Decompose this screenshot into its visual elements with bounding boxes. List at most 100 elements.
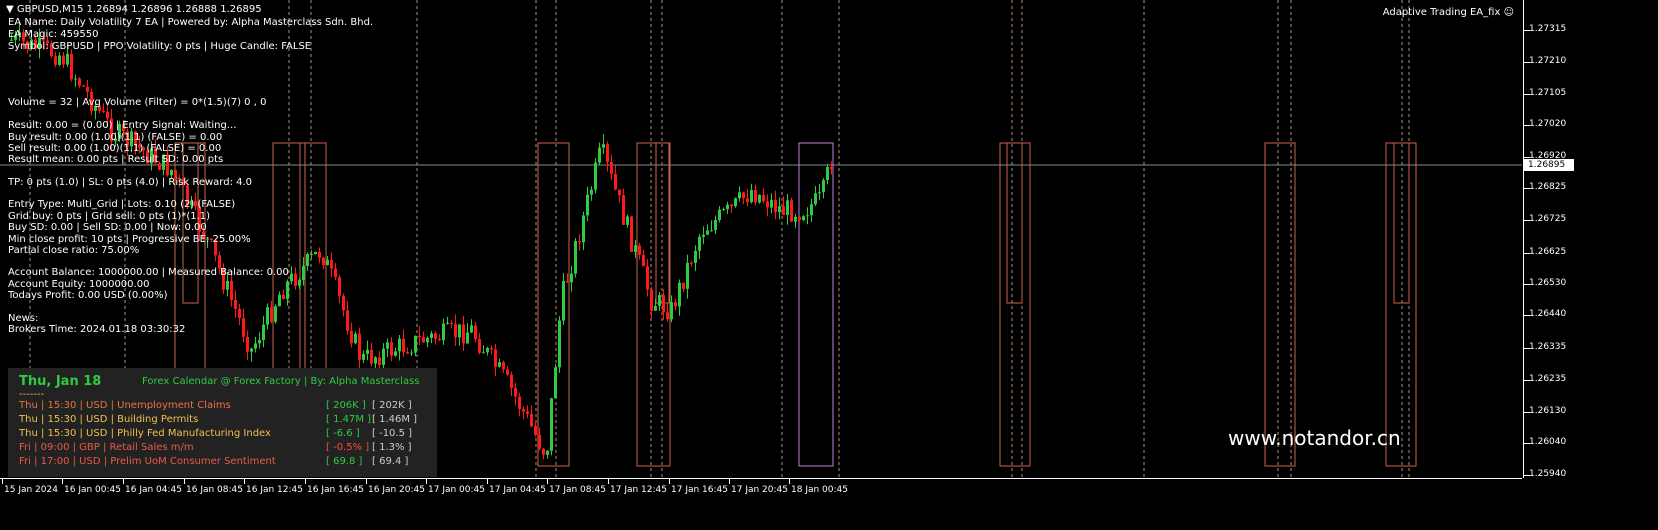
candle-body	[690, 262, 693, 264]
time-label: 17 Jan 04:45	[489, 485, 546, 495]
ea-title: Adaptive Trading EA_fix	[1382, 7, 1501, 18]
candle-body	[358, 333, 361, 360]
candle-body	[250, 348, 253, 352]
info-line: Buy SD: 0.00 | Sell SD: 0.00 | Now: 0.00	[8, 222, 207, 233]
time-tick	[366, 479, 367, 484]
candle-body	[246, 336, 249, 352]
candle-body	[606, 144, 609, 162]
candle-body	[626, 216, 629, 225]
candle-body	[422, 336, 425, 343]
info-line: Brokers Time: 2024.01.18 03:30:32	[8, 324, 186, 335]
candle-body	[758, 194, 761, 203]
info-line: Todays Profit: 0.00 USD (0.00%)	[8, 290, 168, 301]
watermark: www.notandor.cn	[1228, 426, 1401, 450]
candle-body	[602, 144, 605, 148]
candle-body	[622, 195, 625, 225]
info-line: EA Magic: 459550	[8, 29, 99, 40]
time-tick	[244, 479, 245, 484]
candle-body	[658, 295, 661, 306]
info-line: Result mean: 0.00 pts | Result SD: 0.00 …	[8, 154, 224, 165]
candle-body	[826, 166, 829, 181]
forex-calendar-panel: Thu, Jan 18 Forex Calendar @ Forex Facto…	[8, 368, 437, 477]
candle-body	[598, 147, 601, 163]
time-label: 17 Jan 00:45	[428, 485, 485, 495]
candle-body	[322, 257, 325, 266]
time-label: 16 Jan 12:45	[246, 485, 303, 495]
candle-body	[78, 78, 81, 86]
candle-body	[454, 324, 457, 338]
candle-body	[786, 200, 789, 215]
candle-body	[770, 199, 773, 208]
candle-body	[410, 352, 413, 354]
candle-body	[714, 219, 717, 231]
current-price-label: 1.26895	[1524, 159, 1574, 171]
candle-body	[254, 343, 257, 349]
time-tick	[184, 479, 185, 484]
candle-body	[238, 309, 241, 318]
candle-body	[290, 273, 293, 282]
calendar-previous: [ 69.4 ]	[372, 456, 409, 467]
time-label: 16 Jan 20:45	[368, 485, 425, 495]
candle-body	[338, 277, 341, 296]
calendar-forecast: [ 1.47M ]	[326, 414, 372, 425]
candle-body	[374, 357, 377, 364]
price-label: 1.27315	[1529, 24, 1567, 34]
price-label: 1.26725	[1529, 214, 1567, 224]
candle-body	[718, 209, 721, 220]
candle-body	[650, 289, 653, 311]
time-label: 17 Jan 16:45	[671, 485, 728, 495]
info-line: Partial close ratio: 75.00%	[8, 245, 140, 256]
symbol-header: ▼ GBPUSD,M15 1.26894 1.26896 1.26888 1.2…	[6, 4, 262, 15]
calendar-forecast: [ -0.5% ]	[326, 442, 370, 453]
candle-body	[806, 215, 809, 217]
candle-body	[702, 234, 705, 237]
price-label: 1.27210	[1529, 56, 1567, 66]
candle-body	[430, 333, 433, 338]
candle-body	[378, 357, 381, 366]
candle-body	[754, 190, 757, 203]
time-tick	[729, 479, 730, 484]
price-label: 1.26625	[1529, 247, 1567, 257]
candle-body	[402, 338, 405, 353]
news-event-box	[1385, 142, 1417, 467]
candle-body	[706, 230, 709, 235]
candle-body	[830, 166, 833, 170]
candle-body	[398, 338, 401, 352]
candle-body	[58, 55, 61, 65]
time-label: 15 Jan 2024	[4, 485, 58, 495]
candle-body	[554, 367, 557, 399]
time-label: 17 Jan 20:45	[731, 485, 788, 495]
candle-body	[642, 254, 645, 267]
candle-body	[438, 338, 441, 341]
price-axis[interactable]: 1.27315 1.27210 1.27105 1.27020 1.26920 …	[1523, 0, 1658, 479]
candle-body	[674, 302, 677, 307]
time-label: 17 Jan 12:45	[610, 485, 667, 495]
candle-body	[258, 340, 261, 344]
candle-body	[306, 254, 309, 267]
time-tick	[305, 479, 306, 484]
candle-body	[418, 335, 421, 337]
candle-body	[278, 294, 281, 307]
calendar-event: Thu | 15:30 | USD | Building Permits	[19, 414, 199, 425]
candle-body	[354, 333, 357, 344]
candle-body	[266, 307, 269, 325]
candle-body	[614, 173, 617, 190]
candle-body	[490, 347, 493, 350]
candle-body	[822, 180, 825, 193]
candle-body	[502, 362, 505, 370]
candle-body	[582, 215, 585, 243]
candle-body	[514, 387, 517, 397]
calendar-previous: [ 1.3% ]	[372, 442, 412, 453]
time-axis[interactable]: 15 Jan 2024 16 Jan 00:45 16 Jan 04:45 16…	[0, 478, 1522, 530]
expert-advisor-label[interactable]: Adaptive Trading EA_fix ☺	[1383, 7, 1514, 18]
candle-body	[530, 413, 533, 427]
time-tick	[547, 479, 548, 484]
calendar-previous: [ 1.46M ]	[372, 414, 418, 425]
candle-body	[470, 325, 473, 333]
price-label: 1.27020	[1529, 119, 1567, 129]
dropdown-triangle-icon[interactable]: ▼	[6, 4, 14, 15]
calendar-event: Thu | 15:30 | USD | Unemployment Claims	[19, 400, 231, 411]
candle-body	[782, 206, 785, 215]
info-line: EA Name: Daily Volatility 7 EA | Powered…	[8, 17, 374, 28]
candle-body	[406, 352, 409, 354]
